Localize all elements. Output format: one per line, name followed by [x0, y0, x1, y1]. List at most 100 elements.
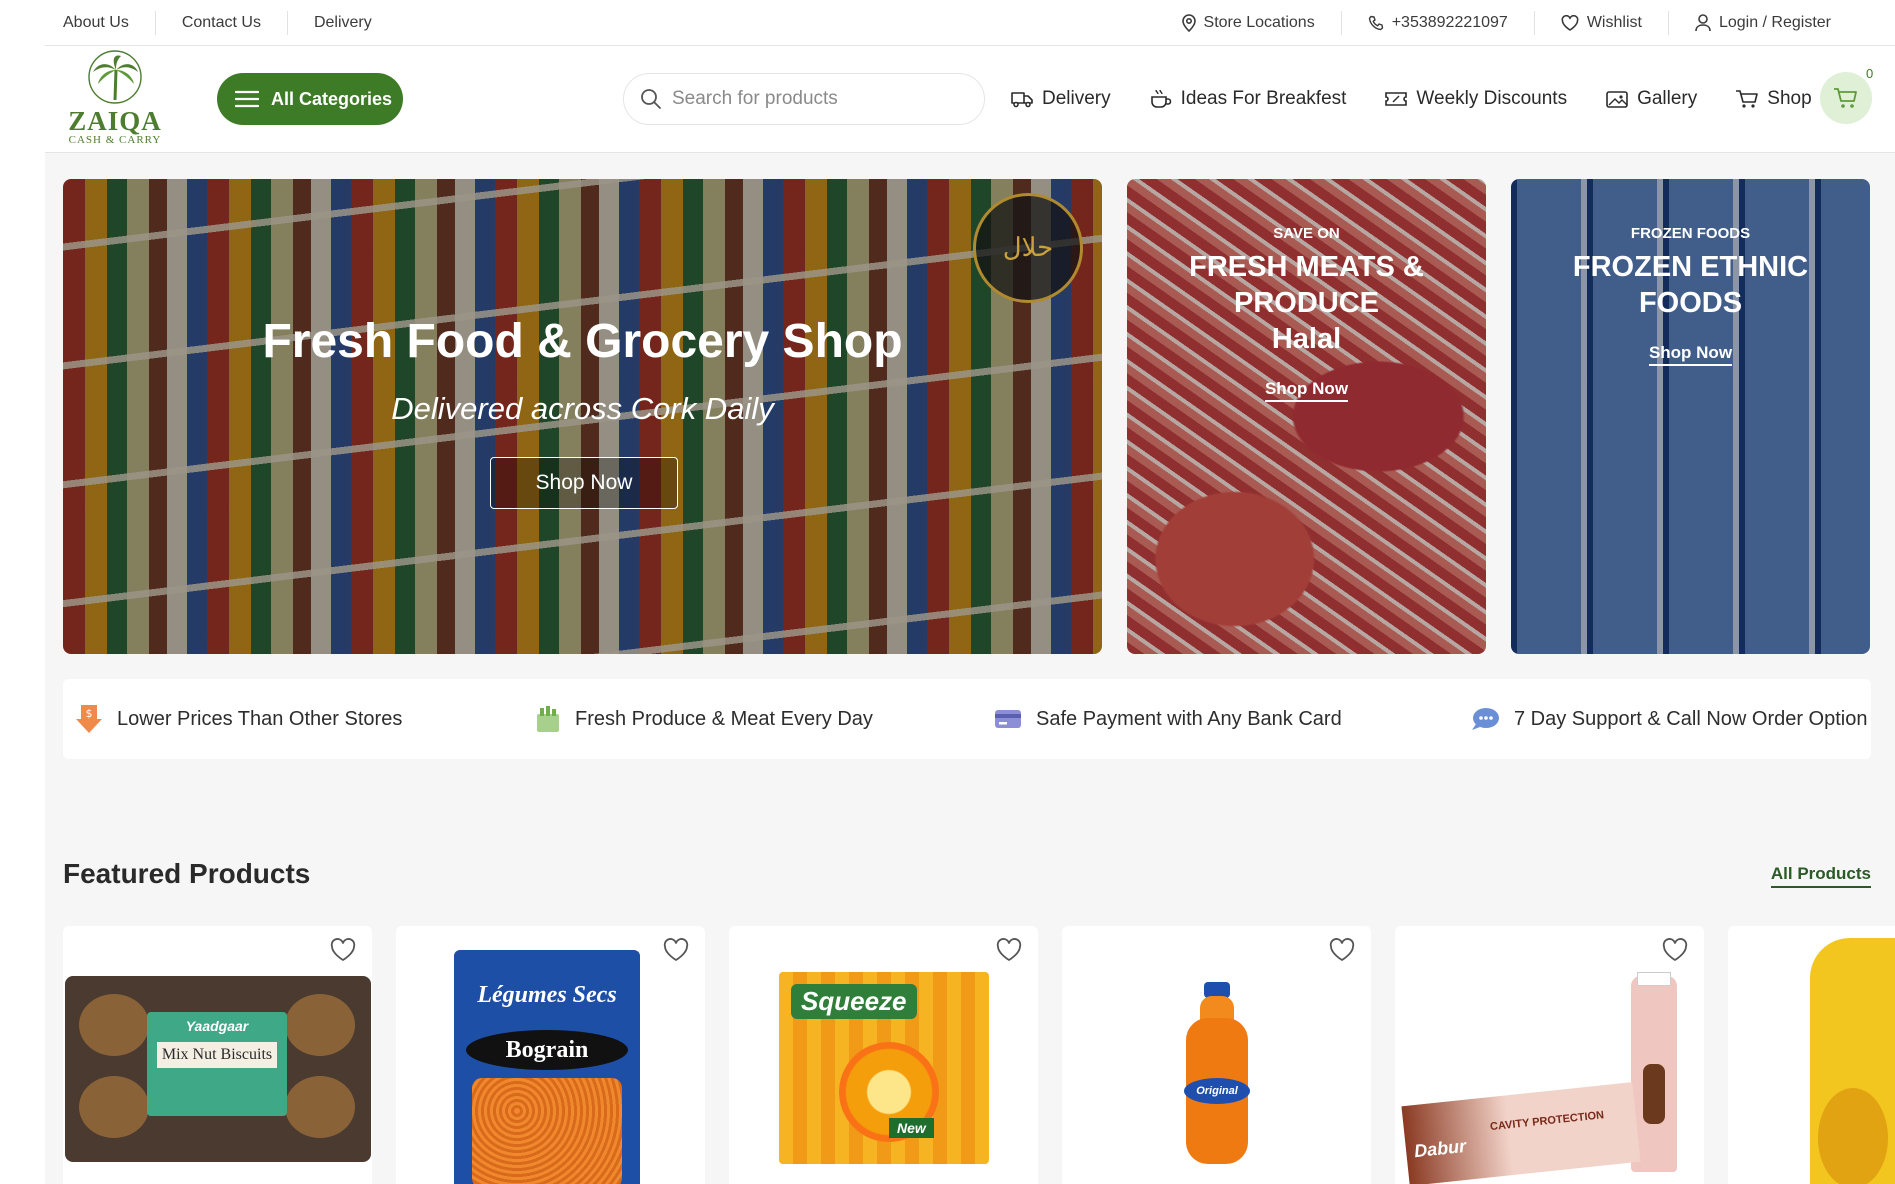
- shopping-cart-icon: [1736, 90, 1759, 108]
- all-categories-label: All Categories: [271, 88, 393, 109]
- product-brand-label: Squeeze: [791, 984, 917, 1019]
- tube-cap: [1637, 972, 1671, 986]
- featured-products-title: Featured Products: [63, 858, 311, 889]
- all-categories-button[interactable]: All Categories: [217, 73, 403, 125]
- search-input[interactable]: [672, 88, 952, 110]
- biscuit-blob: [285, 1076, 355, 1138]
- cart-button[interactable]: 0: [1820, 66, 1873, 124]
- halal-seal: حلال: [973, 193, 1083, 303]
- hero-shop-now-button[interactable]: Shop Now: [490, 457, 678, 509]
- store-locations-label: Store Locations: [1203, 14, 1315, 31]
- promo-kicker: FROZEN FOODS: [1630, 225, 1751, 242]
- product-label-panel: Yaadgaar Mix Nut Biscuits: [147, 1012, 287, 1116]
- palm-tree-logo-icon: [88, 50, 142, 104]
- site-logo[interactable]: ZAIQA CASH & CARRY: [63, 50, 167, 148]
- promo-card-frozen-foods[interactable]: FROZEN FOODS FROZEN ETHNIC FOODS Shop No…: [1511, 179, 1870, 654]
- nav-gallery-label: Gallery: [1637, 88, 1698, 109]
- promo-shop-now-label: Shop Now: [1648, 343, 1733, 366]
- product-image-biscuits: Yaadgaar Mix Nut Biscuits: [65, 976, 371, 1162]
- clove-icon: [1643, 1064, 1665, 1124]
- nav-ideas-label: Ideas For Breakfest: [1180, 88, 1347, 109]
- biscuit-blob: [79, 994, 149, 1056]
- page: About Us Contact Us Delivery Store Locat…: [45, 0, 1895, 1184]
- delivery-link[interactable]: Delivery: [288, 11, 398, 35]
- promo-headline-line2: PRODUCE: [1233, 287, 1379, 319]
- store-locations-link[interactable]: Store Locations: [1156, 11, 1342, 35]
- contact-us-link[interactable]: Contact Us: [156, 11, 288, 35]
- biscuit-blob: [285, 994, 355, 1056]
- promo-shop-now-label: Shop Now: [1264, 379, 1349, 402]
- feature-fresh-produce: Fresh Produce & Meat Every Day: [535, 679, 873, 759]
- delivery-truck-icon: [1011, 92, 1033, 108]
- nav-gallery[interactable]: Gallery: [1605, 88, 1697, 110]
- left-margin: [0, 0, 45, 1184]
- promo-headline-line2: FOODS: [1638, 287, 1743, 319]
- product-card[interactable]: [1728, 926, 1895, 1184]
- wishlist-label: Wishlist: [1586, 14, 1642, 31]
- chat-support-icon: [1472, 708, 1499, 730]
- lentils-window: [472, 1078, 622, 1184]
- promo-shop-now-link[interactable]: Shop Now: [1511, 343, 1870, 366]
- phone-link[interactable]: +353892221097: [1342, 11, 1535, 35]
- breakfast-cup-icon: [1150, 89, 1171, 108]
- product-brand-label: Original: [1184, 1078, 1250, 1104]
- gallery-image-icon: [1606, 91, 1628, 108]
- product-name-label: CAVITY PROTECTION: [1489, 1109, 1605, 1134]
- nav-ideas-for-breakfest[interactable]: Ideas For Breakfest: [1149, 88, 1347, 110]
- main-nav: Delivery Ideas For Breakfest Weekly Disc…: [1010, 73, 1812, 125]
- user-icon: [1695, 14, 1711, 32]
- feature-support: 7 Day Support & Call Now Order Option: [1470, 679, 1868, 759]
- wishlist-heart-icon[interactable]: [1329, 938, 1355, 962]
- price-down-arrow-icon: $: [76, 705, 102, 733]
- wishlist-heart-icon[interactable]: [1662, 938, 1688, 962]
- cart-icon: [1834, 88, 1857, 108]
- promo-card-fresh-meats[interactable]: SAVE ON FRESH MEATS & PRODUCE Halal Shop…: [1127, 179, 1486, 654]
- nav-delivery[interactable]: Delivery: [1010, 88, 1111, 110]
- nav-shop[interactable]: Shop: [1735, 88, 1812, 110]
- feature-label: 7 Day Support & Call Now Order Option: [1514, 707, 1868, 730]
- product-image-squeeze: Squeeze New: [779, 972, 989, 1164]
- feature-label: Lower Prices Than Other Stores: [117, 707, 403, 730]
- product-card[interactable]: Original: [1062, 926, 1371, 1184]
- discount-ticket-icon: [1385, 92, 1408, 106]
- nav-shop-label: Shop: [1767, 88, 1812, 109]
- product-card[interactable]: Dabur CAVITY PROTECTION: [1395, 926, 1704, 1184]
- product-brand-label: Yaadgaar: [185, 1018, 249, 1034]
- wishlist-link[interactable]: Wishlist: [1535, 11, 1669, 35]
- hero-banner[interactable]: حلال Fresh Food & Grocery Shop Delivered…: [63, 179, 1102, 654]
- logo-wordmark: ZAIQA: [68, 106, 162, 136]
- wishlist-heart-icon[interactable]: [330, 938, 356, 962]
- promo-headline: FRESH MEATS & PRODUCE Halal: [1127, 249, 1486, 357]
- search-box[interactable]: [623, 73, 985, 125]
- nav-delivery-label: Delivery: [1042, 88, 1111, 109]
- promo-headline-line1: FROZEN ETHNIC: [1572, 251, 1809, 283]
- features-strip: $ Lower Prices Than Other Stores Fresh P…: [63, 679, 1871, 759]
- feature-lower-prices: $ Lower Prices Than Other Stores: [75, 679, 402, 759]
- product-card[interactable]: Yaadgaar Mix Nut Biscuits: [63, 926, 372, 1184]
- product-card[interactable]: Squeeze New: [729, 926, 1038, 1184]
- hero-title: Fresh Food & Grocery Shop: [262, 315, 903, 368]
- promo-headline: FROZEN ETHNIC FOODS: [1511, 249, 1870, 321]
- promo-headline-line3: Halal: [1271, 323, 1342, 355]
- product-brand-label: Légumes Secs: [477, 982, 617, 1008]
- wishlist-heart-icon[interactable]: [663, 938, 689, 962]
- nav-weekly-discounts[interactable]: Weekly Discounts: [1384, 88, 1567, 110]
- promo-shop-now-link[interactable]: Shop Now: [1127, 379, 1486, 402]
- product-brand-label: Dabur: [1413, 1135, 1467, 1162]
- promo-headline-line1: FRESH MEATS &: [1189, 251, 1424, 283]
- wishlist-heart-icon[interactable]: [996, 938, 1022, 962]
- product-new-label: New: [889, 1118, 934, 1138]
- tea-pack-pattern: [1818, 1088, 1888, 1184]
- promo-kicker: SAVE ON: [1273, 225, 1340, 242]
- about-us-link[interactable]: About Us: [63, 11, 156, 35]
- logo-tagline: CASH & CARRY: [68, 134, 162, 146]
- svg-text:$: $: [86, 707, 93, 720]
- nav-weekly-discounts-label: Weekly Discounts: [1416, 88, 1568, 109]
- feature-safe-payment: Safe Payment with Any Bank Card: [994, 679, 1342, 759]
- login-register-link[interactable]: Login / Register: [1669, 11, 1831, 35]
- all-products-link[interactable]: All Products: [1770, 864, 1871, 888]
- cart-count-badge: 0: [1866, 66, 1874, 81]
- product-image-lentils: Légumes Secs Bograin: [454, 950, 640, 1184]
- product-name-label: Bograin: [466, 1030, 628, 1070]
- product-card[interactable]: Légumes Secs Bograin: [396, 926, 705, 1184]
